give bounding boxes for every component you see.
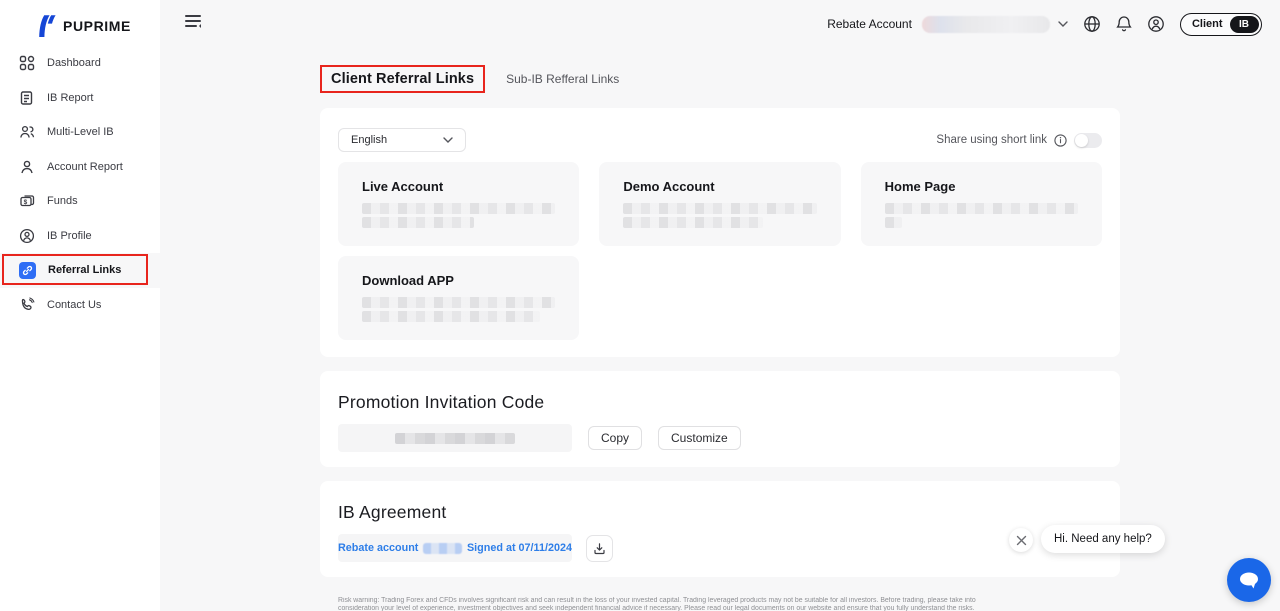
chat-bubble-icon <box>1238 571 1260 590</box>
sidebar-item-contact-us[interactable]: Contact Us <box>0 288 160 323</box>
link-card-demo-account: Demo Account <box>599 162 840 246</box>
agreement-title: IB Agreement <box>338 502 1102 523</box>
brand-name: PUPRIME <box>63 18 131 34</box>
link-card-title: Live Account <box>362 179 555 194</box>
header-right: Rebate Account Client IB <box>827 10 1262 38</box>
role-client-label[interactable]: Client <box>1192 18 1223 30</box>
agreement-text-prefix: Rebate account <box>338 542 418 554</box>
tab-sub-ib-referral-links[interactable]: Sub-IB Refferal Links <box>506 72 619 86</box>
chat-close-button[interactable] <box>1009 528 1033 552</box>
sidebar: PUPRIME Dashboard IB Report <box>0 0 160 611</box>
link-url-redacted <box>885 217 902 228</box>
agreement-account-redacted <box>423 543 462 554</box>
link-url-redacted <box>362 297 555 308</box>
download-agreement-button[interactable] <box>586 535 613 562</box>
sidebar-item-referral-links[interactable]: Referral Links <box>0 253 160 288</box>
link-url-redacted <box>623 203 816 214</box>
language-select[interactable]: English <box>338 128 466 152</box>
sidebar-collapse-icon[interactable] <box>185 15 201 29</box>
ib-agreement-card: IB Agreement Rebate account Signed at 07… <box>320 481 1120 577</box>
chat-widget: Hi. Need any help? <box>1009 520 1271 602</box>
sidebar-item-label: Contact Us <box>47 299 101 311</box>
share-short-link-toggle[interactable] <box>1074 133 1102 148</box>
ib-profile-icon <box>19 228 35 244</box>
sidebar-item-label: Dashboard <box>47 57 101 69</box>
promotion-title: Promotion Invitation Code <box>338 392 1102 413</box>
account-report-icon <box>19 159 35 175</box>
info-icon[interactable] <box>1054 134 1067 147</box>
close-icon <box>1016 535 1027 546</box>
link-card-live-account: Live Account <box>338 162 579 246</box>
agreement-link[interactable]: Rebate account Signed at 07/11/2024 <box>338 534 572 562</box>
sidebar-item-account-report[interactable]: Account Report <box>0 150 160 185</box>
sidebar-nav: Dashboard IB Report Multi-Level IB <box>0 46 160 322</box>
referral-links-icon <box>19 262 36 279</box>
svg-text:$: $ <box>24 199 28 206</box>
promotion-code-box <box>338 424 572 452</box>
link-url-redacted <box>623 217 762 228</box>
multi-level-ib-icon <box>19 124 35 140</box>
risk-warning-line1: Risk warning: Trading Forex and CFDs inv… <box>338 597 1102 605</box>
risk-warning-line2: consideration your level of experience, … <box>338 605 1102 611</box>
sidebar-item-label: Referral Links <box>48 264 121 276</box>
role-ib-badge[interactable]: IB <box>1230 16 1259 33</box>
copy-button[interactable]: Copy <box>588 426 642 450</box>
sidebar-item-funds[interactable]: $ Funds <box>0 184 160 219</box>
sidebar-item-label: IB Profile <box>47 230 92 242</box>
sidebar-item-ib-profile[interactable]: IB Profile <box>0 219 160 254</box>
annotation-client-tab: Client Referral Links <box>320 65 485 93</box>
language-select-value: English <box>351 134 387 146</box>
link-card-home-page: Home Page <box>861 162 1102 246</box>
sidebar-item-multi-level-ib[interactable]: Multi-Level IB <box>0 115 160 150</box>
user-icon[interactable] <box>1147 15 1165 33</box>
sidebar-item-label: IB Report <box>47 92 93 104</box>
brand-logo[interactable]: PUPRIME <box>0 0 160 40</box>
tab-client-referral-links[interactable]: Client Referral Links <box>331 71 474 87</box>
bell-icon[interactable] <box>1116 15 1132 33</box>
rebate-account-label: Rebate Account <box>827 17 912 31</box>
link-card-download-app: Download APP <box>338 256 579 340</box>
puprime-logo-icon <box>36 14 56 38</box>
promotion-code-redacted <box>395 433 515 444</box>
referral-links-card: English Share using short link Live Acco… <box>320 108 1120 357</box>
report-icon <box>19 90 35 106</box>
sidebar-item-label: Account Report <box>47 161 123 173</box>
download-icon <box>593 542 606 555</box>
dashboard-icon <box>19 55 35 71</box>
link-url-redacted <box>362 311 540 322</box>
customize-button[interactable]: Customize <box>658 426 741 450</box>
link-url-redacted <box>362 203 555 214</box>
globe-icon[interactable] <box>1083 15 1101 33</box>
chevron-down-icon <box>443 137 453 143</box>
role-toggle[interactable]: Client IB <box>1180 13 1262 36</box>
share-short-link-label: Share using short link <box>936 134 1047 146</box>
sidebar-item-dashboard[interactable]: Dashboard <box>0 46 160 81</box>
chat-tooltip: Hi. Need any help? <box>1041 525 1165 553</box>
link-url-redacted <box>362 217 474 228</box>
contact-us-icon <box>19 297 35 313</box>
funds-icon: $ <box>19 193 35 209</box>
sidebar-item-label: Funds <box>47 195 78 207</box>
chevron-down-icon <box>1058 21 1068 27</box>
agreement-text-suffix: Signed at 07/11/2024 <box>467 542 572 554</box>
referral-tabs: Client Referral Links Sub-IB Refferal Li… <box>320 65 1120 93</box>
link-url-redacted <box>885 203 1078 214</box>
referral-links-grid: Live Account Demo Account Home Page Down… <box>338 162 1102 340</box>
chat-launcher-button[interactable] <box>1227 558 1271 602</box>
link-card-title: Home Page <box>885 179 1078 194</box>
rebate-account-selector[interactable] <box>922 16 1068 33</box>
promotion-code-card: Promotion Invitation Code Copy Customize <box>320 371 1120 467</box>
sidebar-item-label: Multi-Level IB <box>47 126 114 138</box>
sidebar-item-ib-report[interactable]: IB Report <box>0 81 160 116</box>
link-card-title: Demo Account <box>623 179 816 194</box>
risk-warning: Risk warning: Trading Forex and CFDs inv… <box>320 597 1120 611</box>
link-card-title: Download APP <box>362 273 555 288</box>
account-number-redacted <box>922 16 1050 33</box>
